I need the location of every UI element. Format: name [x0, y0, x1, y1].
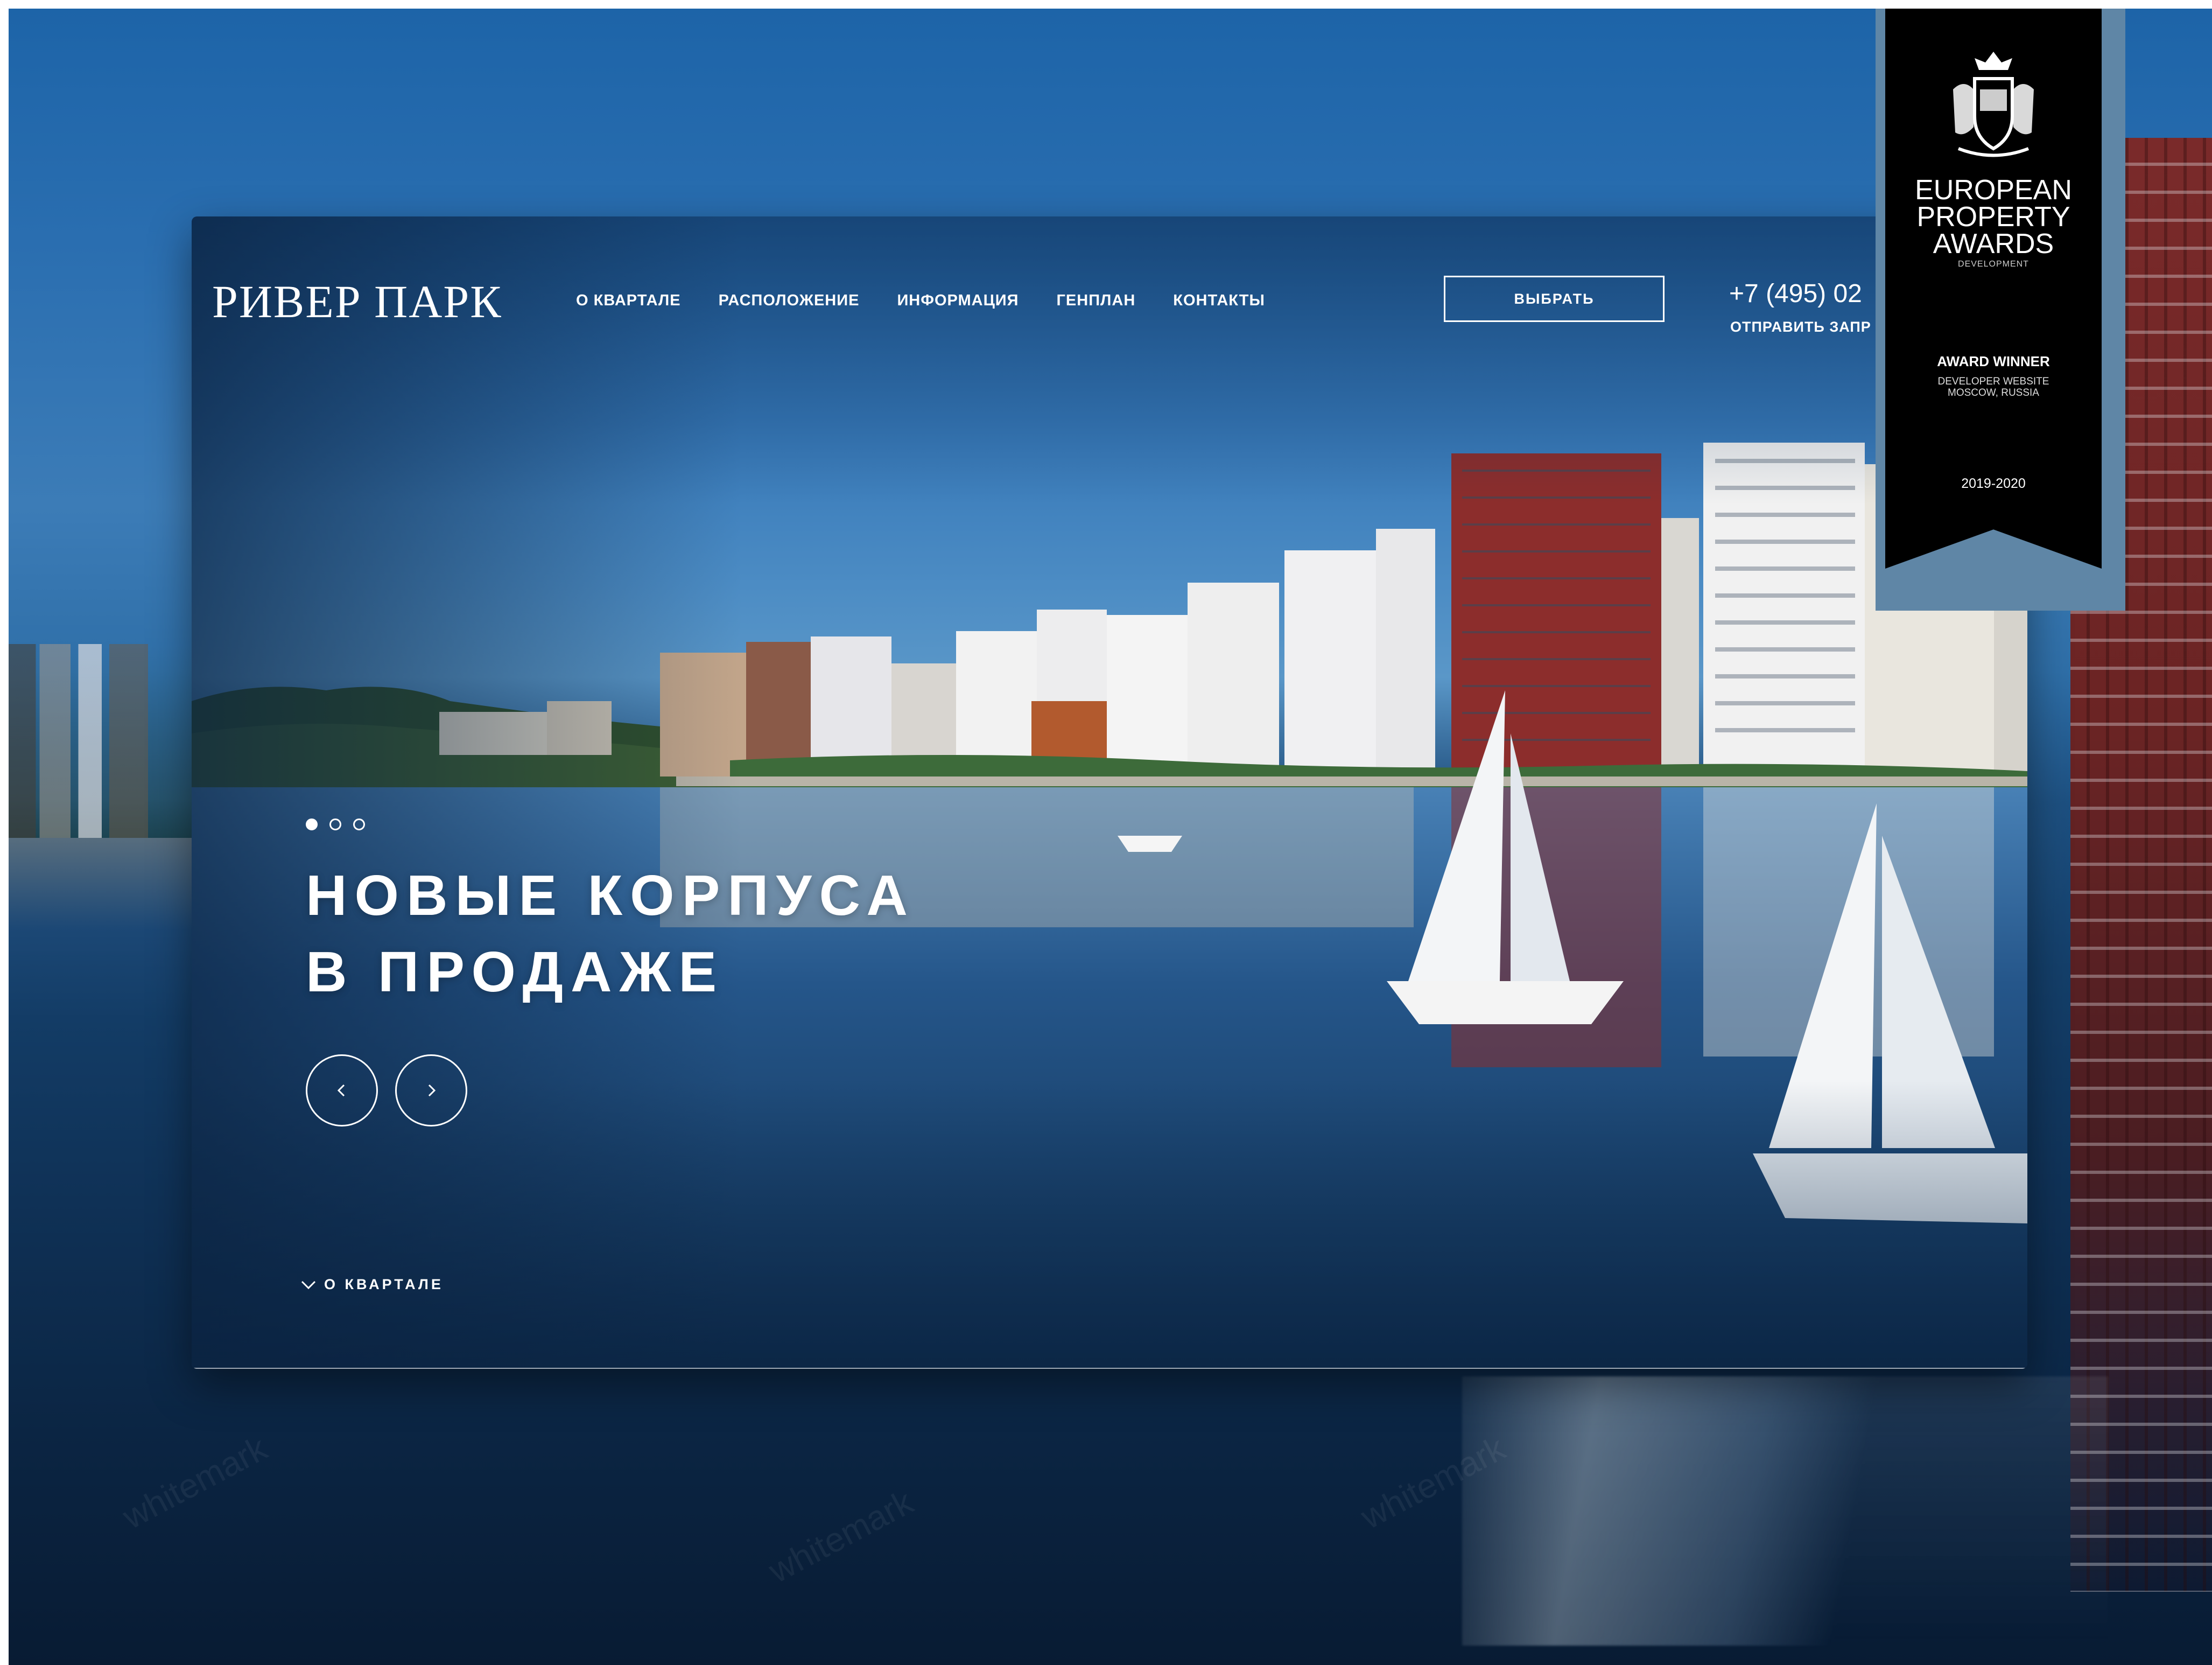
award-category: DEVELOPER WEBSITE MOSCOW, RUSSIA [1885, 376, 2102, 398]
nav-item-info[interactable]: ИНФОРМАЦИЯ [897, 292, 1019, 310]
main-nav: О КВАРТАЛЕ РАСПОЛОЖЕНИЕ ИНФОРМАЦИЯ ГЕНПЛ… [576, 292, 1265, 310]
phone-number[interactable]: +7 (495) 02 [1729, 279, 1862, 309]
slider-dot-2[interactable] [329, 818, 341, 830]
send-request-link[interactable]: ОТПРАВИТЬ ЗАПР [1730, 319, 1871, 335]
slider-prev-button[interactable] [306, 1054, 378, 1127]
slider-pagination [306, 818, 365, 830]
hero-headline-line2: В ПРОДАЖЕ [306, 940, 725, 1004]
award-subtitle: DEVELOPMENT [1958, 260, 2029, 269]
scroll-link-label: О КВАРТАЛЕ [324, 1276, 444, 1292]
award-ribbon: EUROPEAN PROPERTY AWARDS DEVELOPMENT AWA… [1885, 9, 2102, 569]
slider-dot-1[interactable] [306, 818, 318, 830]
award-title: EUROPEAN PROPERTY AWARDS [1885, 174, 2102, 260]
scroll-to-about-link[interactable]: О КВАРТАЛЕ [300, 1276, 444, 1293]
chevron-down-icon [301, 1281, 316, 1289]
hero-headline-line1: НОВЫЕ КОРПУСА [306, 864, 915, 927]
award-title-line1: EUROPEAN [1915, 174, 2072, 206]
nav-item-location[interactable]: РАСПОЛОЖЕНИЕ [719, 292, 860, 310]
hero-river-image [192, 216, 2027, 1369]
backdrop-yacht-reflection [1462, 1376, 2108, 1646]
nav-item-masterplan[interactable]: ГЕНПЛАН [1056, 292, 1135, 310]
award-category-line2: MOSCOW, RUSSIA [1948, 387, 2039, 398]
chevron-right-icon [428, 1084, 436, 1097]
coat-of-arms-icon [1953, 52, 2034, 157]
website-window: РИВЕР ПАРК О КВАРТАЛЕ РАСПОЛОЖЕНИЕ ИНФОР… [192, 216, 2027, 1369]
site-logo[interactable]: РИВЕР ПАРК [212, 275, 502, 328]
award-category-line1: DEVELOPER WEBSITE [1937, 376, 2049, 387]
select-apartment-button[interactable]: ВЫБРАТЬ [1444, 276, 1665, 322]
award-badge: EUROPEAN PROPERTY AWARDS DEVELOPMENT AWA… [1876, 9, 2125, 611]
award-years: 2019-2020 [1961, 476, 2026, 491]
backdrop-city-left [9, 644, 202, 838]
nav-item-contacts[interactable]: КОНТАКТЫ [1173, 292, 1265, 310]
backdrop-river-reflection [9, 838, 202, 1021]
hero-headline: НОВЫЕ КОРПУСА В ПРОДАЖЕ [306, 857, 1059, 1010]
nav-item-about[interactable]: О КВАРТАЛЕ [576, 292, 681, 310]
award-winner-label: AWARD WINNER [1937, 353, 2050, 369]
watermark: whitemark [116, 1428, 273, 1537]
slider-next-button[interactable] [395, 1054, 467, 1127]
slider-dot-3[interactable] [353, 818, 365, 830]
watermark: whitemark [762, 1482, 919, 1591]
award-title-line3: AWARDS [1933, 228, 2054, 260]
chevron-left-icon [337, 1084, 345, 1097]
award-title-line2: PROPERTY [1916, 201, 2070, 233]
